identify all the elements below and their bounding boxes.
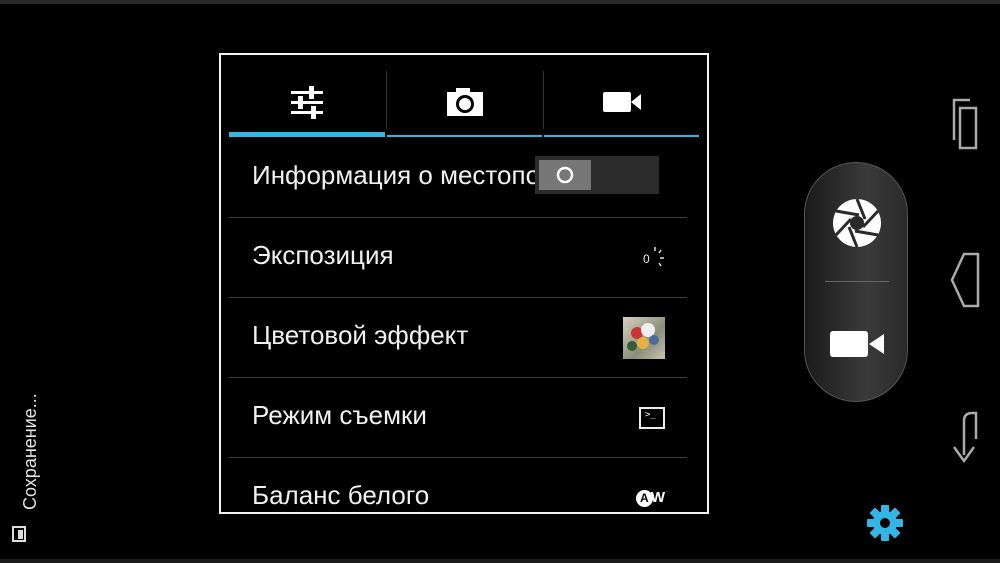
exposure-icon: 0	[643, 246, 664, 266]
exposure-control: 0	[641, 218, 665, 297]
color-effect-control	[623, 298, 665, 377]
camera-settings-panel: Информация о местоположении Экспозиция 0	[219, 53, 709, 514]
back-button[interactable]	[935, 405, 995, 469]
saving-status: Сохранение...	[20, 393, 40, 510]
setting-label: Цветовой эффект	[252, 320, 469, 350]
tab-indicator	[387, 135, 542, 137]
setting-label: Экспозиция	[252, 240, 394, 270]
auto-white-balance-icon: AW	[635, 489, 665, 507]
location-toggle[interactable]	[535, 156, 659, 194]
gear-icon	[867, 505, 903, 541]
setting-color-effect[interactable]: Цветовой эффект	[229, 298, 687, 378]
tab-video-settings[interactable]	[544, 71, 699, 133]
top-edge	[0, 0, 1000, 4]
settings-tabs	[229, 71, 699, 137]
toggle-off-icon	[556, 166, 574, 184]
setting-white-balance[interactable]: Баланс белого AW	[229, 458, 687, 512]
video-camera-icon	[830, 331, 884, 357]
recent-apps-icon	[952, 98, 978, 150]
setting-label: Режим съемки	[252, 400, 427, 430]
shutter-button[interactable]	[805, 168, 909, 278]
tab-indicator	[544, 135, 699, 137]
setting-location[interactable]: Информация о местоположении	[229, 138, 687, 218]
camera-icon	[446, 88, 483, 116]
setting-label: Баланс белого	[252, 480, 430, 510]
tab-indicator-active	[229, 132, 385, 137]
white-balance-control: AW	[635, 458, 665, 512]
aperture-icon	[833, 198, 881, 248]
tab-general-settings[interactable]	[229, 71, 385, 133]
sliders-icon	[291, 86, 323, 119]
setting-exposure[interactable]: Экспозиция 0	[229, 218, 687, 298]
scene-mode-icon: >_	[639, 406, 665, 429]
tab-photo-settings[interactable]	[387, 71, 542, 133]
capture-mode-switcher	[804, 162, 908, 402]
back-icon	[952, 411, 978, 464]
scene-mode-control: >_	[639, 378, 665, 457]
video-mode-button[interactable]	[805, 289, 909, 399]
pill-divider	[825, 281, 889, 282]
settings-list: Информация о местоположении Экспозиция 0	[229, 138, 687, 512]
color-effect-thumbnail	[623, 316, 665, 359]
home-icon	[950, 252, 980, 308]
bottom-edge	[0, 559, 1000, 563]
scene-mode-icon-text: >_	[645, 409, 656, 420]
video-camera-icon	[602, 92, 641, 112]
home-button[interactable]	[935, 248, 995, 312]
toggle-knob	[539, 160, 591, 190]
recent-apps-button[interactable]	[935, 92, 995, 156]
setting-scene-mode[interactable]: Режим съемки >_	[229, 378, 687, 458]
settings-button[interactable]	[866, 504, 904, 547]
exposure-value: 0	[643, 252, 650, 266]
storage-icon	[12, 526, 26, 542]
